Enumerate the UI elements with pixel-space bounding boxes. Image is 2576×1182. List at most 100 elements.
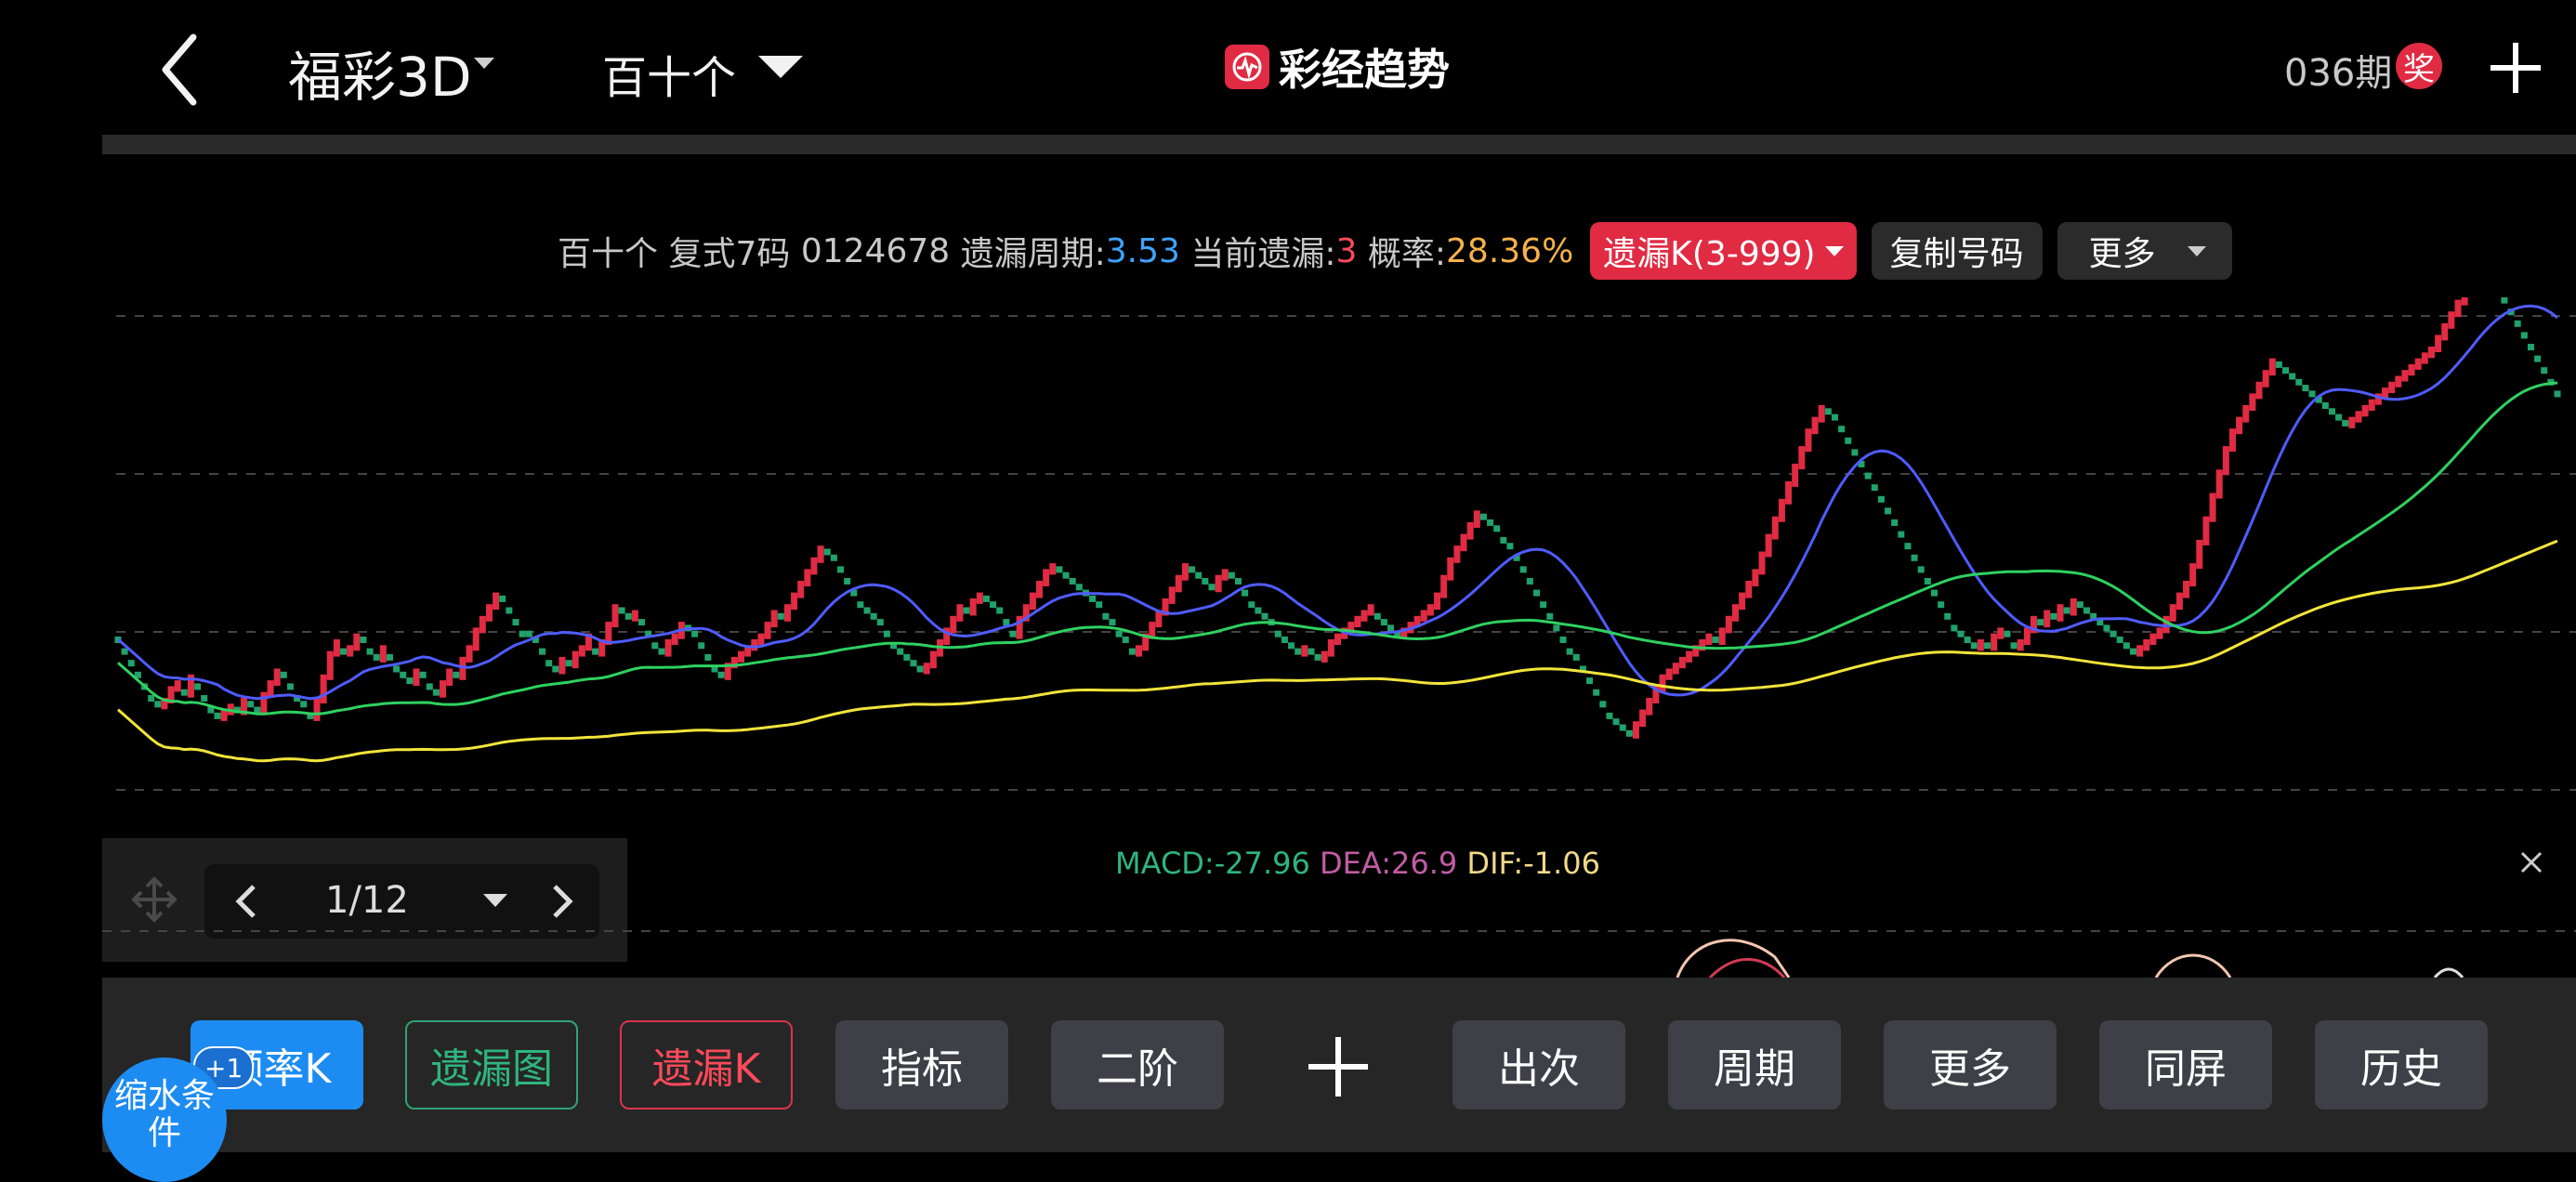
down-candle xyxy=(618,607,625,614)
down-candle xyxy=(982,595,990,602)
candles xyxy=(114,297,2561,739)
down-candle xyxy=(1202,578,1209,584)
down-candle xyxy=(201,695,208,702)
up-candle xyxy=(2388,381,2396,394)
more-tools-button[interactable]: 更多 xyxy=(1884,1020,2057,1110)
down-candle xyxy=(910,660,917,667)
second-order-button[interactable]: 二阶 xyxy=(1051,1020,1224,1110)
occurrences-button[interactable]: 出次 xyxy=(1452,1020,1625,1110)
down-candle xyxy=(2342,419,2349,427)
shrink-conditions-button[interactable]: 缩水条件 xyxy=(102,1057,227,1182)
yilou-map-button[interactable]: 遗漏图 xyxy=(405,1020,578,1110)
caret-down-icon[interactable] xyxy=(474,58,494,69)
caret-down-icon[interactable] xyxy=(758,56,803,78)
add-tool-button[interactable] xyxy=(1301,1030,1375,1104)
down-candle xyxy=(1208,584,1216,591)
down-candle xyxy=(698,642,705,650)
up-candle xyxy=(485,604,493,622)
close-icon[interactable] xyxy=(2515,846,2548,879)
down-candle xyxy=(857,601,864,609)
up-candle xyxy=(2189,563,2197,586)
up-candle xyxy=(2435,335,2442,352)
page-indicator[interactable]: 1/12 xyxy=(325,879,409,922)
up-candle xyxy=(1771,516,1779,540)
up-candle xyxy=(783,604,791,622)
up-candle xyxy=(1725,615,1732,634)
down-candle xyxy=(432,689,440,696)
macd-chart xyxy=(102,930,2576,978)
down-candle xyxy=(2321,402,2329,409)
up-candle xyxy=(1678,656,1686,669)
up-candle xyxy=(1718,627,1726,645)
yilou-k-range-dropdown[interactable]: 遗漏K(3-999) xyxy=(1590,222,1857,280)
period-label: 036期 xyxy=(2284,52,2393,95)
copy-numbers-button[interactable]: 复制号码 xyxy=(1871,222,2043,280)
down-candle xyxy=(2514,320,2521,327)
move-icon[interactable] xyxy=(128,873,180,926)
up-candle xyxy=(174,680,181,692)
down-candle xyxy=(1314,653,1321,661)
down-candle xyxy=(1009,630,1017,637)
up-candle xyxy=(1036,581,1044,598)
down-candle xyxy=(1824,408,1832,415)
up-candle xyxy=(2044,610,2051,628)
same-screen-button[interactable]: 同屏 xyxy=(2099,1020,2272,1110)
cycle-button[interactable]: 周期 xyxy=(1668,1020,1841,1110)
down-candle xyxy=(393,665,401,673)
up-candle xyxy=(2427,347,2435,359)
down-candle xyxy=(1128,648,1136,655)
yilou-k-chart[interactable] xyxy=(0,297,2576,818)
down-candle xyxy=(1885,507,1892,515)
down-candle xyxy=(691,630,699,637)
down-candle xyxy=(1864,472,1872,479)
caret-down-icon[interactable] xyxy=(483,894,507,907)
down-candle xyxy=(897,648,904,655)
next-page-button[interactable] xyxy=(525,864,599,939)
down-candle xyxy=(996,607,1004,614)
caret-down-icon xyxy=(2187,245,2206,256)
up-candle xyxy=(2228,428,2236,453)
down-candle xyxy=(2123,642,2130,650)
award-badge[interactable]: 奖 xyxy=(2396,43,2442,89)
down-candle xyxy=(506,607,513,614)
macd-legend: MACD:-27.96 DEA:26.9 DIF:-1.06 xyxy=(1115,846,1600,881)
down-candle xyxy=(2275,361,2282,368)
up-candle xyxy=(1181,563,1189,581)
macd-value: MACD:-27.96 xyxy=(1115,846,1310,881)
lottery-selector[interactable]: 福彩3D xyxy=(288,33,472,112)
up-candle xyxy=(1639,709,1647,728)
down-candle xyxy=(2328,408,2335,415)
down-candle xyxy=(1553,624,1560,632)
down-candle xyxy=(1195,571,1203,579)
caret-down-icon xyxy=(1824,245,1844,256)
up-candle xyxy=(1792,464,1799,487)
chevron-right-icon xyxy=(553,885,573,918)
moving-average-lines xyxy=(117,304,2558,763)
indicator-button[interactable]: 指标 xyxy=(835,1020,1008,1110)
down-candle xyxy=(1871,484,1878,492)
prev-page-button[interactable] xyxy=(209,864,283,939)
up-candle xyxy=(273,668,281,687)
down-candle xyxy=(286,683,294,690)
down-candle xyxy=(1957,630,1965,637)
down-candle xyxy=(2129,648,2136,655)
more-dropdown[interactable]: 更多 xyxy=(2057,222,2232,280)
down-candle xyxy=(1877,495,1885,503)
up-candle xyxy=(2448,311,2455,329)
up-candle xyxy=(929,650,937,669)
history-button[interactable]: 历史 xyxy=(2315,1020,2488,1110)
down-candle xyxy=(1984,642,1991,650)
back-button[interactable] xyxy=(149,28,214,112)
up-candle xyxy=(751,639,758,651)
down-candle xyxy=(1546,612,1554,620)
yilou-k-button[interactable]: 遗漏K xyxy=(620,1020,793,1110)
pulse-icon xyxy=(1225,45,1269,89)
up-candle xyxy=(1659,674,1666,692)
down-candle xyxy=(1606,712,1613,719)
up-candle xyxy=(1215,574,1222,593)
down-candle xyxy=(214,712,221,719)
position-selector[interactable]: 百十个 xyxy=(602,41,736,106)
add-button[interactable] xyxy=(2481,33,2550,102)
up-candle xyxy=(1646,698,1653,716)
down-candle xyxy=(863,607,871,614)
